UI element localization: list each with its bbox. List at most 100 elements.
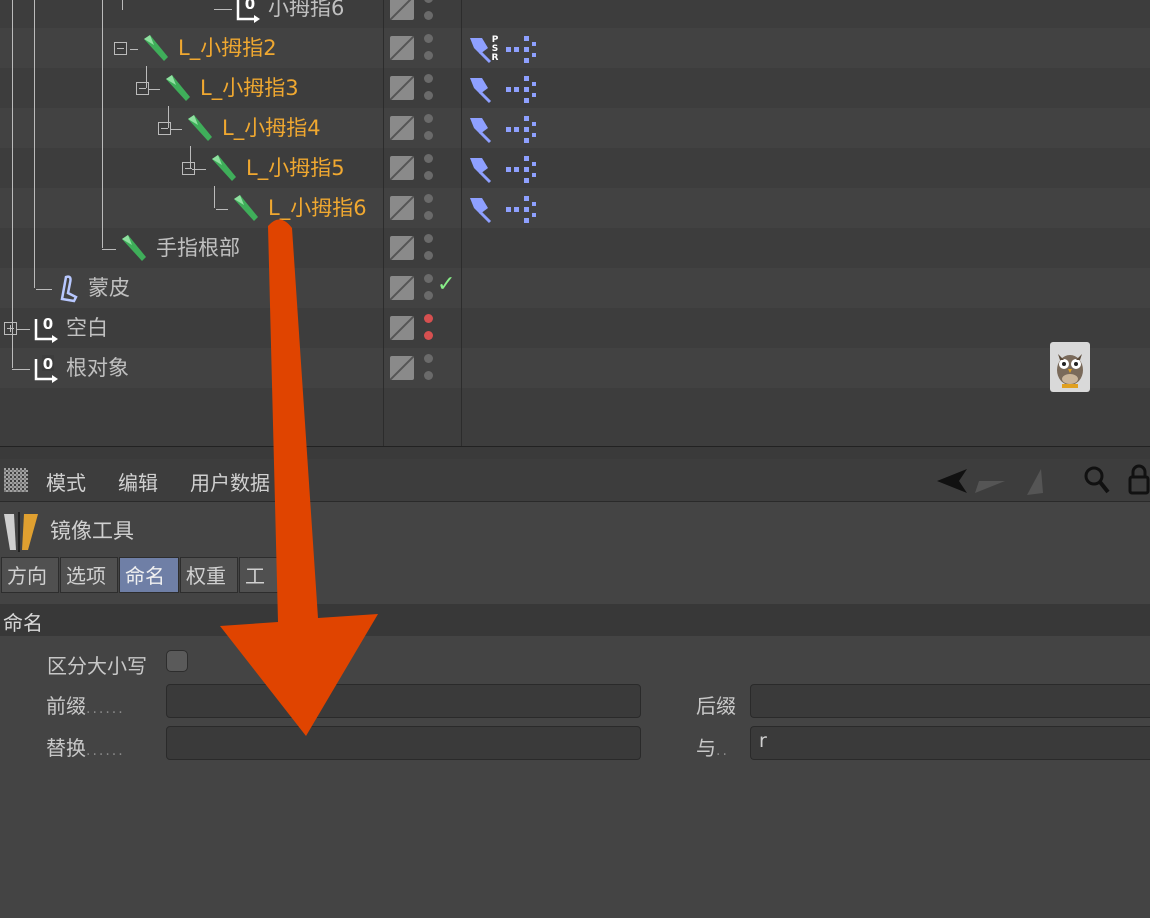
object-name[interactable]: 根对象	[66, 354, 129, 382]
object-name[interactable]: L_小拇指4	[222, 114, 321, 142]
visibility-dot[interactable]	[424, 51, 433, 60]
layer-toggle[interactable]	[390, 276, 414, 300]
visibility-dots[interactable]	[424, 234, 434, 262]
menu-edit[interactable]: 编辑	[118, 467, 158, 496]
visibility-dot[interactable]	[424, 331, 433, 340]
object-name[interactable]: L_小拇指6	[268, 194, 367, 222]
back-arrow-icon[interactable]	[937, 469, 967, 493]
menu-user-data[interactable]: 用户数据	[190, 467, 270, 496]
visibility-dot[interactable]	[424, 354, 433, 363]
psr-letter: R	[492, 53, 499, 63]
object-name[interactable]: 空白	[66, 314, 108, 342]
visibility-dot[interactable]	[424, 154, 433, 163]
visibility-dot[interactable]	[424, 194, 433, 203]
psr-tag-icon[interactable]: PSR	[466, 34, 500, 64]
pin-tag-icon[interactable]	[466, 194, 500, 224]
object-manager: 0 小拇指6 L_小拇指2 P S R L_小拇指3 L_小拇指4 L_小拇指5 L_小拇指6 手指…	[0, 0, 1150, 446]
visibility-dots[interactable]	[424, 74, 434, 102]
visibility-dots[interactable]	[424, 274, 434, 302]
object-name[interactable]: 蒙皮	[88, 274, 130, 302]
column-separator[interactable]	[383, 0, 384, 446]
layer-toggle[interactable]	[390, 76, 414, 100]
tab-weight[interactable]: 权重	[180, 557, 238, 593]
visibility-dot[interactable]	[424, 0, 433, 3]
object-row[interactable]: L_小拇指3	[0, 68, 1150, 108]
visibility-dot[interactable]	[424, 211, 433, 220]
visibility-dots[interactable]	[424, 34, 434, 62]
tab-direction[interactable]: 方向	[1, 557, 59, 593]
collapse-toggle[interactable]	[114, 42, 127, 55]
layer-toggle[interactable]	[390, 316, 414, 340]
enabled-check-icon[interactable]: ✓	[437, 272, 455, 297]
object-row[interactable]: 0 根对象	[0, 348, 1150, 388]
constraint-tag-icon[interactable]	[504, 194, 538, 224]
object-name[interactable]: L_小拇指5	[246, 154, 345, 182]
pin-tag-icon[interactable]	[466, 154, 500, 184]
object-name[interactable]: 手指根部	[156, 234, 240, 262]
grip-icon[interactable]	[4, 468, 28, 492]
constraint-tag-icon[interactable]	[504, 34, 538, 64]
column-separator[interactable]	[461, 0, 462, 446]
tree-connector	[214, 9, 232, 10]
visibility-dot[interactable]	[424, 251, 433, 260]
panel-divider[interactable]	[0, 446, 1150, 460]
with-input[interactable]: r	[750, 726, 1150, 760]
visibility-dots[interactable]	[424, 354, 434, 382]
tab-options[interactable]: 选项	[60, 557, 118, 593]
visibility-dot[interactable]	[424, 91, 433, 100]
object-row[interactable]: 蒙皮 ✓	[0, 268, 1150, 308]
visibility-dots[interactable]	[424, 154, 434, 182]
layer-toggle[interactable]	[390, 116, 414, 140]
pin-tag-icon[interactable]	[466, 114, 500, 144]
tab-naming[interactable]: 命名	[119, 557, 179, 593]
constraint-tag-icon[interactable]	[504, 154, 538, 184]
object-row[interactable]: 手指根部	[0, 228, 1150, 268]
owl-avatar-icon[interactable]	[1050, 342, 1090, 392]
layer-toggle[interactable]	[390, 356, 414, 380]
object-row[interactable]: 0 空白	[0, 308, 1150, 348]
up-arrow-icon[interactable]	[1027, 469, 1043, 495]
visibility-dots[interactable]	[424, 0, 434, 22]
layer-toggle[interactable]	[390, 0, 414, 20]
visibility-dot[interactable]	[424, 114, 433, 123]
forward-arrow-icon[interactable]	[975, 481, 1005, 493]
constraint-tag-icon[interactable]	[504, 74, 538, 104]
layer-toggle[interactable]	[390, 156, 414, 180]
visibility-dot[interactable]	[424, 34, 433, 43]
pin-tag-icon[interactable]	[466, 74, 500, 104]
prefix-input[interactable]	[166, 684, 641, 718]
visibility-dots[interactable]	[424, 194, 434, 222]
visibility-dot[interactable]	[424, 314, 433, 323]
layer-toggle[interactable]	[390, 236, 414, 260]
visibility-dot[interactable]	[424, 371, 433, 380]
lock-icon[interactable]	[1128, 463, 1150, 497]
suffix-input[interactable]	[750, 684, 1150, 718]
visibility-dot[interactable]	[424, 11, 433, 20]
search-icon[interactable]	[1082, 464, 1112, 496]
menu-mode[interactable]: 模式	[46, 467, 86, 496]
object-row[interactable]: L_小拇指6	[0, 188, 1150, 228]
replace-input[interactable]	[166, 726, 641, 760]
object-row[interactable]: L_小拇指2 P S R	[0, 28, 1150, 68]
constraint-tag-icon[interactable]	[504, 114, 538, 144]
visibility-dot[interactable]	[424, 234, 433, 243]
visibility-dots[interactable]	[424, 314, 434, 342]
visibility-dots[interactable]	[424, 114, 434, 142]
object-row[interactable]: L_小拇指4	[0, 108, 1150, 148]
visibility-dot[interactable]	[424, 274, 433, 283]
object-name[interactable]: 小拇指6	[268, 0, 344, 22]
visibility-dot[interactable]	[424, 74, 433, 83]
tab-tool[interactable]: 工	[239, 557, 279, 593]
visibility-dot[interactable]	[424, 131, 433, 140]
object-row[interactable]: 0 小拇指6	[0, 0, 1150, 28]
tree-connector	[130, 49, 138, 50]
visibility-dot[interactable]	[424, 291, 433, 300]
object-name[interactable]: L_小拇指3	[200, 74, 299, 102]
case-sensitive-checkbox[interactable]	[166, 650, 188, 672]
visibility-dot[interactable]	[424, 171, 433, 180]
layer-toggle[interactable]	[390, 36, 414, 60]
layer-toggle[interactable]	[390, 196, 414, 220]
object-row[interactable]: L_小拇指5	[0, 148, 1150, 188]
replace-label-text: 替换	[46, 736, 86, 760]
object-name[interactable]: L_小拇指2	[178, 34, 277, 62]
